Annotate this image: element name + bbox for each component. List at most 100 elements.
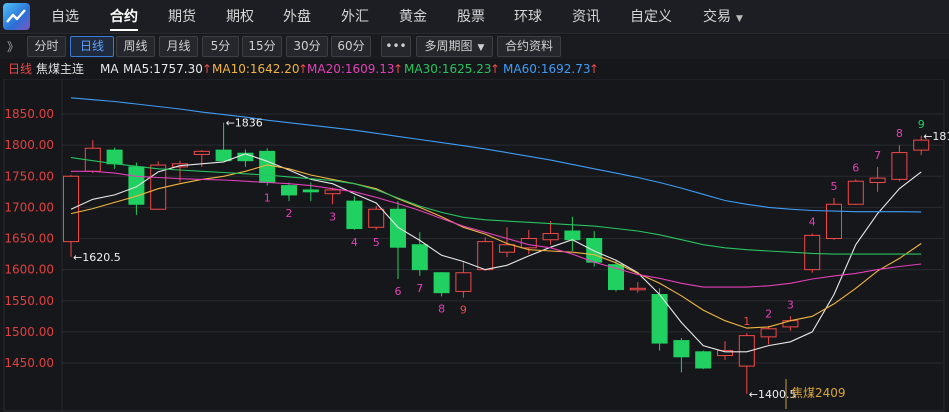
candle-body [215, 149, 232, 162]
app-logo-icon[interactable] [3, 3, 30, 30]
contract-label: 焦煤2409 [791, 386, 846, 400]
nav-tab-9[interactable]: 资讯 [572, 0, 600, 34]
toolbar-button-1[interactable]: 日线 [70, 36, 114, 57]
price-marker: ←1815 [923, 130, 949, 143]
price-marker: ←1620.5 [73, 251, 121, 264]
up-arrow-icon: ↑ [490, 62, 501, 76]
price-marker: ←1400.5 [749, 388, 797, 401]
candle-body [826, 203, 842, 239]
top-navigation: 自选 合约 期货 期权 外盘 外汇 黄金 股票 环球 资讯 自定义 交易 ▼ [0, 0, 949, 34]
y-tick-label: 1550.00 [4, 294, 54, 308]
toolbar-button-8[interactable]: ••• [381, 36, 411, 57]
candle-body [847, 180, 864, 205]
toolbar-button-9[interactable]: 多周期图 ▼ [416, 36, 493, 57]
candle-body [390, 208, 406, 248]
seq-count-up: 7 [874, 149, 881, 162]
candle-body [891, 152, 908, 180]
ma-value-3: MA30:1625.23 [404, 62, 492, 76]
up-arrow-icon: ↑ [393, 62, 404, 76]
candle-body [869, 177, 886, 183]
seq-count-up: 4 [809, 216, 816, 229]
nav-tab-8[interactable]: 环球 [514, 0, 542, 34]
candle-body [302, 189, 319, 193]
nav-tab-0[interactable]: 自选 [51, 0, 79, 34]
seq-count-up: 1 [743, 315, 750, 328]
period-label: 日线 [8, 62, 33, 76]
y-tick-label: 1600.00 [4, 263, 54, 277]
seq-count-up: 6 [852, 161, 859, 174]
candle-body [804, 234, 821, 271]
up-arrow-icon: ↑ [589, 62, 600, 76]
toolbar-button-2[interactable]: 周线 [116, 36, 155, 57]
candle-body [368, 208, 385, 228]
candle-body [346, 200, 363, 230]
seq-count-up: 3 [787, 298, 794, 311]
candlestick-chart[interactable]: 1450.00 1500.00 1550.00 1600.00 1650.00 1700.… [0, 79, 949, 412]
seq-count-down: 5 [373, 236, 380, 249]
seq-count-down: 6 [395, 285, 402, 298]
nav-tab-2[interactable]: 期货 [168, 0, 196, 34]
up-arrow-icon: ↑ [202, 62, 213, 76]
nav-tab-11[interactable]: 交易 ▼ [703, 0, 743, 34]
seq-count-down: 4 [351, 236, 358, 249]
plot-frame [3, 79, 945, 412]
seq-count-down: 7 [416, 282, 423, 295]
candle-body [499, 244, 515, 253]
ma-value-4: MA60:1692.73 [503, 62, 591, 76]
candle-body [477, 241, 494, 271]
period-toolbar: 》 分时 日线 周线 月线 5分 15分 30分 60分 ••• 多周期图 ▼ 合约资料 [0, 35, 949, 59]
nav-tab-3[interactable]: 期权 [226, 0, 254, 34]
candle-body [586, 238, 603, 263]
ma-info-bar: 日线 焦煤主连 MA MA5:1757.30 ↑ MA10:1642.20 ↑ MA20… [0, 60, 949, 78]
y-tick-label: 1800.00 [4, 138, 54, 152]
toolbar-button-3[interactable]: 月线 [159, 36, 198, 57]
nav-tab-6[interactable]: 黄金 [399, 0, 427, 34]
toolbar-button-7[interactable]: 60分 [331, 36, 371, 57]
ma-value-2: MA20:1609.13 [307, 62, 395, 76]
seq-count-down: 2 [286, 207, 293, 220]
candle-body [629, 287, 646, 291]
y-tick-label: 1700.00 [4, 200, 54, 214]
toolbar-button-4[interactable]: 5分 [202, 36, 239, 57]
seq-count-up: 2 [765, 308, 772, 321]
seq-count-down: 3 [329, 210, 336, 223]
toolbar-button-10[interactable]: 合约资料 [497, 36, 561, 57]
nav-tab-4[interactable]: 外盘 [283, 0, 311, 34]
toolbar-button-0[interactable]: 分时 [27, 36, 66, 57]
y-tick-label: 1750.00 [4, 169, 54, 183]
candle-body [455, 272, 472, 292]
seq-count-down: 9 [460, 304, 467, 317]
candle-body [782, 320, 799, 328]
candle-body [281, 185, 297, 196]
candle-body [673, 340, 690, 358]
collapse-arrow-icon[interactable]: 》 [7, 38, 19, 55]
nav-tab-7[interactable]: 股票 [457, 0, 485, 34]
dropdown-caret-icon: ▼ [736, 14, 743, 24]
candle-body [193, 150, 210, 155]
y-tick-label: 1450.00 [4, 356, 54, 370]
toolbar-button-5[interactable]: 15分 [242, 36, 282, 57]
candle-body [324, 189, 341, 195]
y-tick-label: 1850.00 [4, 107, 54, 121]
candle-body [128, 166, 145, 205]
candle-body [695, 351, 712, 369]
nav-tab-10[interactable]: 自定义 [630, 0, 672, 34]
toolbar-button-6[interactable]: 30分 [286, 36, 328, 57]
candle-body [542, 233, 559, 241]
nav-tab-1[interactable]: 合约 [110, 0, 138, 34]
candle-body [760, 328, 777, 338]
y-tick-label: 1500.00 [4, 325, 54, 339]
contract-name: 焦煤主连 [36, 62, 85, 76]
seq-count-up: 8 [896, 127, 903, 140]
seq-count-up: 5 [831, 180, 838, 193]
seq-count-down: 1 [264, 192, 271, 205]
nav-tab-5[interactable]: 外汇 [341, 0, 369, 34]
y-tick-label: 1650.00 [4, 232, 54, 246]
seq-count-down: 8 [438, 302, 445, 315]
candle-body [433, 272, 450, 294]
candle-body [106, 149, 123, 165]
ma-value-1: MA10:1642.20 [212, 62, 300, 76]
price-marker: ←1836 [226, 117, 263, 130]
candle-body [564, 230, 581, 241]
dropdown-caret-icon: ▼ [477, 43, 485, 53]
